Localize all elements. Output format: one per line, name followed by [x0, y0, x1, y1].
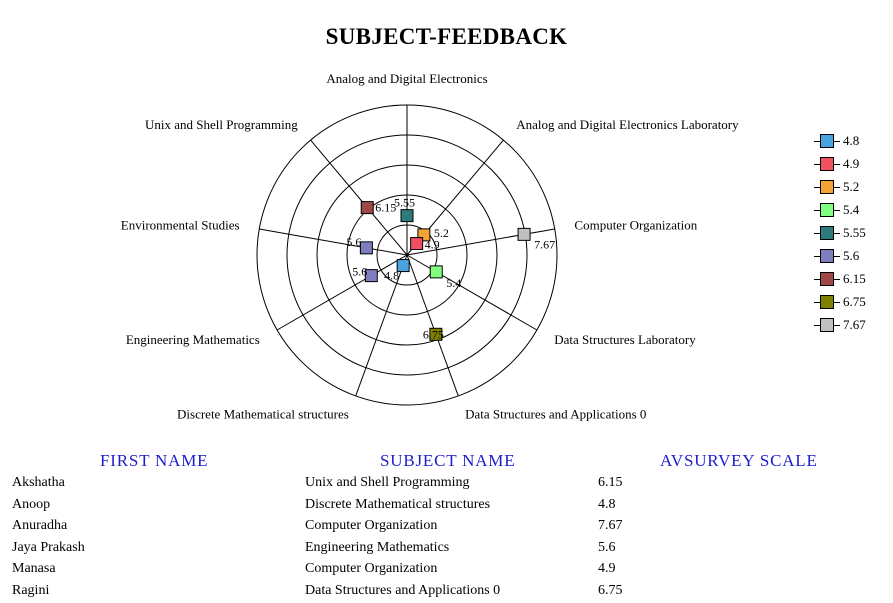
first-name-cell: Anuradha — [12, 518, 68, 534]
table-row: Akshatha Unix and Shell Programming 6.15 — [0, 473, 893, 495]
legend-swatch — [820, 157, 834, 171]
feedback-table: Akshatha Unix and Shell Programming 6.15 An… — [0, 473, 893, 603]
subject-name-cell: Unix and Shell Programming — [305, 475, 470, 490]
data-points: 5.555.24.9 7.675.46.754.85.65.66.15 — [346, 196, 555, 342]
legend-label: 4.8 — [843, 133, 860, 148]
legend-swatch — [820, 226, 834, 240]
header-subject-name: SUBJECT NAME — [380, 451, 516, 470]
axis-label: Analog and Digital Electronics Laborator… — [516, 117, 739, 132]
avsurvey-scale-cell: 4.9 — [598, 561, 616, 577]
legend-label: 6.75 — [843, 294, 866, 309]
legend-label: 5.2 — [843, 179, 860, 194]
axis-spoke — [276, 254, 408, 331]
subject-name-cell: Computer Organization — [305, 518, 438, 534]
first-name-cell: Jaya Prakash — [12, 539, 85, 555]
axis-label: Computer Organization — [574, 217, 697, 232]
legend-swatch — [820, 203, 834, 217]
data-label: 5.55 — [394, 196, 415, 210]
first-name-cell: Ragini — [12, 582, 50, 598]
data-point — [400, 209, 414, 223]
avsurvey-scale-cell: 4.8 — [598, 496, 616, 512]
legend-label: 6.15 — [843, 271, 866, 286]
avsurvey-scale-cell: 6.75 — [598, 582, 623, 598]
legend-swatch — [820, 295, 834, 309]
legend-item: 4.8 — [812, 131, 882, 154]
legend: 4.8 4.9 5.2 5.4 5.55 5.6 6.15 6.75 7.67 — [812, 131, 882, 338]
table-row: Anoop Discrete Mathematical structures 4.8 — [0, 495, 893, 517]
legend-item: 6.75 — [812, 292, 882, 315]
legend-swatch — [820, 318, 834, 332]
legend-item: 6.15 — [812, 269, 882, 292]
data-label: 4.9 — [425, 238, 440, 252]
legend-item: 7.67 — [812, 315, 882, 338]
radar-grid — [256, 104, 558, 406]
first-name-cell: Akshatha — [12, 475, 65, 490]
legend-swatch — [820, 272, 834, 286]
legend-label: 5.6 — [843, 248, 860, 263]
legend-label: 5.55 — [843, 225, 866, 240]
data-label: 6.75 — [423, 327, 444, 341]
axis-label: Discrete Mathematical structures — [177, 407, 349, 422]
avsurvey-scale-cell: 5.6 — [598, 539, 616, 555]
data-point — [360, 201, 374, 215]
data-label: 5.6 — [346, 235, 361, 249]
radar-chart: Analog and Digital Electronics Analog and… — [121, 71, 739, 422]
avsurvey-scale-cell: 7.67 — [598, 518, 623, 534]
legend-label: 4.9 — [843, 156, 860, 171]
header-avsurvey-scale: AVSURVEY SCALE — [660, 451, 818, 470]
data-point — [429, 265, 443, 279]
data-point — [517, 227, 531, 241]
legend-label: 5.4 — [843, 202, 860, 217]
axis-label: Data Structures and Applications 0 — [465, 407, 646, 422]
legend-item: 5.4 — [812, 200, 882, 223]
data-label: 7.67 — [534, 237, 555, 251]
legend-item: 5.55 — [812, 223, 882, 246]
first-name-cell: Manasa — [12, 561, 56, 577]
data-label: 5.4 — [446, 276, 461, 290]
legend-item: 5.6 — [812, 246, 882, 269]
first-name-cell: Anoop — [12, 496, 51, 512]
legend-swatch — [820, 180, 834, 194]
subject-name-cell: Data Structures and Applications 0 — [305, 582, 501, 598]
table-row: Manasa Computer Organization 4.9 — [0, 559, 893, 581]
axis-spoke — [259, 228, 408, 256]
data-label: 5.6 — [352, 265, 367, 279]
avsurvey-scale-cell: 6.15 — [598, 475, 623, 490]
table-row: Anuradha Computer Organization 7.67 — [0, 516, 893, 538]
legend-item: 4.9 — [812, 154, 882, 177]
axis-label: Environmental Studies — [121, 217, 240, 232]
header-first-name: FIRST NAME — [100, 451, 209, 470]
table-row: Ragini Data Structures and Applications 0… — [0, 581, 893, 603]
axis-spoke — [406, 254, 538, 331]
data-label: 4.8 — [384, 269, 399, 283]
legend-item: 5.2 — [812, 177, 882, 200]
axis-label: Engineering Mathematics — [126, 332, 260, 347]
subject-name-cell: Computer Organization — [305, 561, 438, 577]
data-label: 6.15 — [375, 201, 396, 215]
axis-label: Analog and Digital Electronics — [326, 71, 487, 86]
data-point — [359, 241, 373, 255]
legend-label: 7.67 — [843, 317, 866, 332]
axis-label: Data Structures Laboratory — [554, 332, 696, 347]
subject-name-cell: Discrete Mathematical structures — [305, 496, 491, 512]
subject-name-cell: Engineering Mathematics — [305, 539, 450, 555]
table-row: Jaya Prakash Engineering Mathematics 5.6 — [0, 538, 893, 560]
legend-swatch — [820, 134, 834, 148]
legend-swatch — [820, 249, 834, 263]
data-point — [410, 237, 424, 251]
axis-label: Unix and Shell Programming — [145, 117, 298, 132]
